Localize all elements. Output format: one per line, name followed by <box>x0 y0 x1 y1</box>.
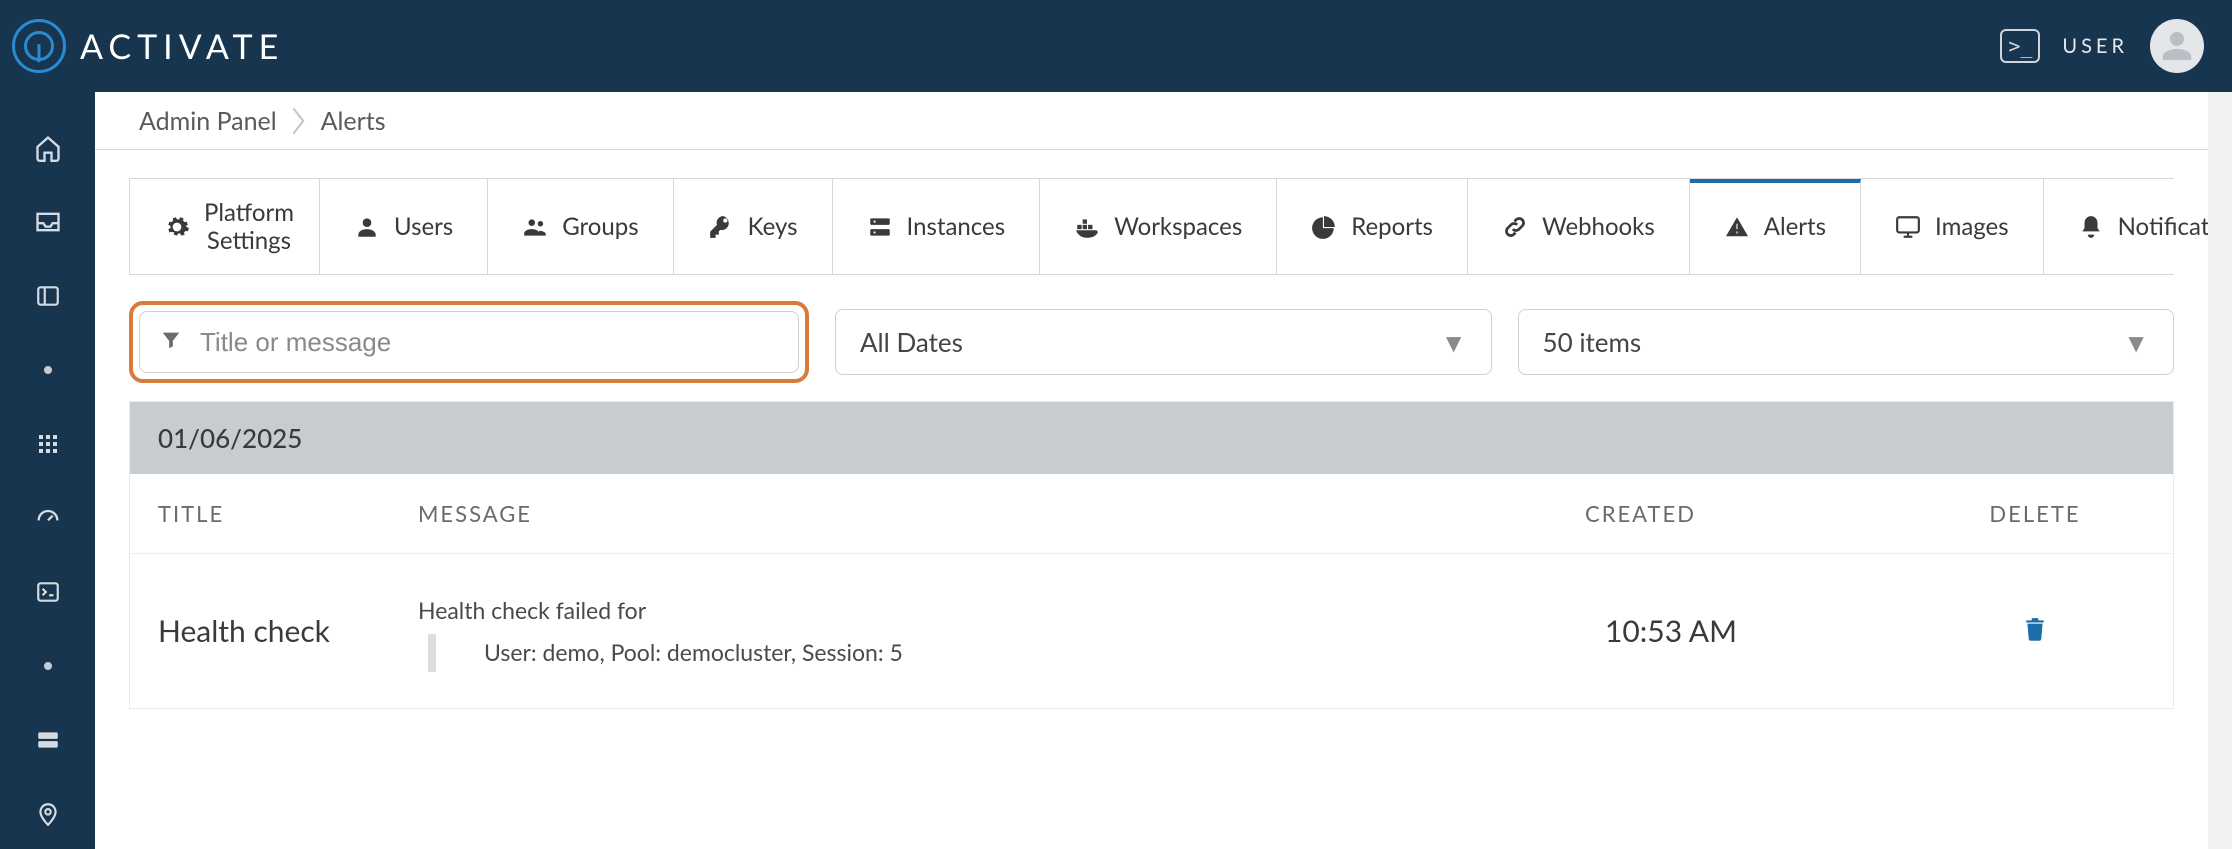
funnel-icon <box>160 329 182 356</box>
alerts-table: 01/06/2025 TITLE MESSAGE CREATED DELETE … <box>129 401 2174 709</box>
tab-keys[interactable]: Keys <box>674 179 833 274</box>
tab-label: Platform Settings <box>204 199 294 254</box>
search-input[interactable] <box>200 327 778 358</box>
date-filter-select[interactable]: All Dates ▼ <box>835 309 1492 375</box>
chevron-right-icon <box>287 92 311 150</box>
trash-icon <box>2022 615 2048 643</box>
tab-notifications[interactable]: Notifications <box>2044 179 2208 274</box>
content-panel: Admin Panel Alerts Platform Settings Use… <box>95 92 2208 849</box>
link-icon <box>1502 214 1528 240</box>
page-size-label: 50 items <box>1543 326 1642 358</box>
panel-icon <box>35 283 61 309</box>
avatar[interactable] <box>2150 19 2204 73</box>
search-highlight <box>129 301 809 383</box>
logo-icon <box>12 19 66 73</box>
brand-text: ACTIVATE <box>80 26 284 67</box>
page-size-select[interactable]: 50 items ▼ <box>1518 309 2175 375</box>
rail-home[interactable] <box>28 128 68 168</box>
rail-inbox[interactable] <box>28 202 68 242</box>
tab-label: Webhooks <box>1542 213 1655 241</box>
gauge-icon <box>34 504 62 532</box>
tab-label: Images <box>1935 213 2009 241</box>
rail-apps[interactable] <box>28 424 68 464</box>
table-header: TITLE MESSAGE CREATED DELETE <box>130 474 2173 553</box>
breadcrumb-item-alerts[interactable]: Alerts <box>311 106 396 136</box>
bell-icon <box>2078 214 2104 240</box>
pie-icon <box>1311 214 1337 240</box>
delete-button[interactable] <box>2022 615 2048 643</box>
rail-panel[interactable] <box>28 276 68 316</box>
key-icon <box>708 214 734 240</box>
message-line1: Health check failed for <box>418 596 1585 624</box>
people-icon <box>522 214 548 240</box>
terminal-icon <box>35 579 61 605</box>
tab-images[interactable]: Images <box>1861 179 2044 274</box>
message-line2: User: demo, Pool: democluster, Session: … <box>418 638 1585 666</box>
row-created: 10:53 AM <box>1585 613 1925 649</box>
avatar-icon <box>2160 29 2194 63</box>
rail-dot-1[interactable] <box>28 350 68 390</box>
admin-tabs: Platform Settings Users Groups Keys Inst… <box>129 178 2174 275</box>
brand-logo[interactable]: ACTIVATE <box>12 19 284 73</box>
dot-icon <box>44 662 52 670</box>
server-icon <box>867 214 893 240</box>
left-rail <box>0 92 95 849</box>
tab-label: Reports <box>1351 213 1433 241</box>
rail-dashboard[interactable] <box>28 498 68 538</box>
col-title: TITLE <box>158 500 418 527</box>
person-icon <box>354 214 380 240</box>
tab-platform-settings[interactable]: Platform Settings <box>130 179 320 274</box>
apps-icon <box>36 432 60 456</box>
tab-alerts[interactable]: Alerts <box>1690 179 1861 274</box>
rail-terminal[interactable] <box>28 572 68 612</box>
pin-icon <box>35 801 61 827</box>
date-filter-label: All Dates <box>860 326 963 358</box>
dot-icon <box>44 366 52 374</box>
tab-users[interactable]: Users <box>320 179 488 274</box>
server-icon <box>35 727 61 753</box>
top-header: ACTIVATE >_ USER <box>0 0 2232 92</box>
tab-label: Users <box>394 213 453 241</box>
row-delete <box>1925 615 2145 648</box>
home-icon <box>34 134 62 162</box>
table-row: Health check Health check failed for Use… <box>130 553 2173 708</box>
row-title: Health check <box>158 613 418 649</box>
col-message: MESSAGE <box>418 500 1585 527</box>
chevron-down-icon: ▼ <box>2123 326 2149 359</box>
gears-icon <box>164 214 190 240</box>
col-created: CREATED <box>1585 500 1925 527</box>
terminal-icon: >_ <box>2008 34 2032 58</box>
tab-workspaces[interactable]: Workspaces <box>1040 179 1277 274</box>
tab-reports[interactable]: Reports <box>1277 179 1468 274</box>
tab-webhooks[interactable]: Webhooks <box>1468 179 1690 274</box>
filters-row: All Dates ▼ 50 items ▼ <box>129 301 2174 383</box>
date-group-header: 01/06/2025 <box>130 402 2173 474</box>
rail-location[interactable] <box>28 794 68 834</box>
breadcrumb: Admin Panel Alerts <box>95 92 2208 150</box>
chevron-down-icon: ▼ <box>1441 326 1467 359</box>
scrollbar[interactable] <box>2208 92 2232 849</box>
monitor-icon <box>1895 214 1921 240</box>
rail-dot-2[interactable] <box>28 646 68 686</box>
tab-label: Workspaces <box>1114 213 1242 241</box>
warning-icon <box>1724 214 1750 240</box>
tab-label: Groups <box>562 213 638 241</box>
tab-label: Alerts <box>1764 213 1826 241</box>
inbox-icon <box>34 208 62 236</box>
search-field[interactable] <box>139 311 799 373</box>
user-label[interactable]: USER <box>2062 34 2128 58</box>
breadcrumb-item-admin[interactable]: Admin Panel <box>129 106 287 136</box>
tab-groups[interactable]: Groups <box>488 179 673 274</box>
col-delete: DELETE <box>1925 500 2145 527</box>
docker-icon <box>1074 214 1100 240</box>
row-message: Health check failed for User: demo, Pool… <box>418 596 1585 666</box>
terminal-button[interactable]: >_ <box>2000 29 2040 63</box>
tab-instances[interactable]: Instances <box>833 179 1041 274</box>
rail-server[interactable] <box>28 720 68 760</box>
tab-label: Instances <box>907 213 1006 241</box>
tab-label: Notifications <box>2118 213 2208 241</box>
tab-label: Keys <box>748 213 798 241</box>
